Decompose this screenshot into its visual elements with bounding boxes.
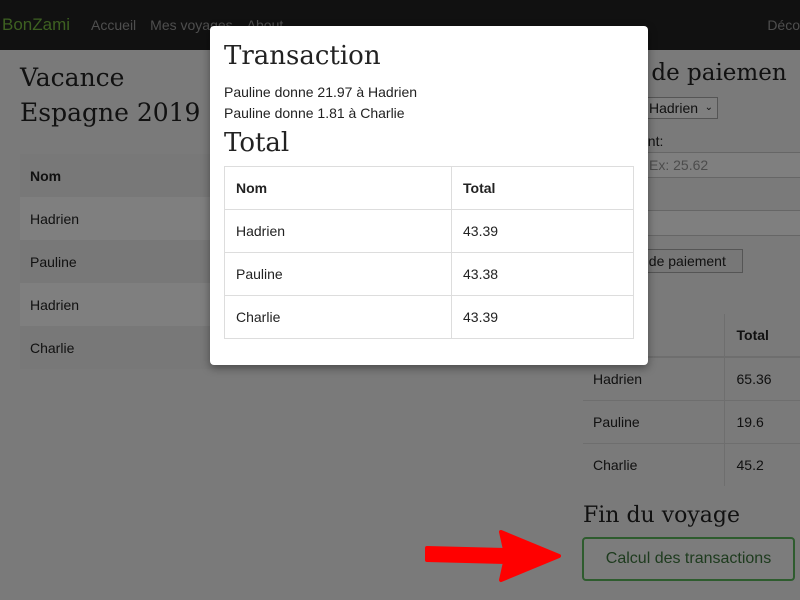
transaction-line: Pauline donne 21.97 à Hadrien bbox=[224, 84, 418, 100]
cell-total: 43.39 bbox=[451, 295, 634, 339]
modal-totals-table: Nom Total Hadrien 43.39 Pauline 43.38 Ch… bbox=[224, 166, 634, 339]
column-header-total: Total bbox=[451, 166, 634, 210]
transaction-modal: Transaction Pauline donne 21.97 à Hadrie… bbox=[210, 26, 648, 365]
red-arrow-icon bbox=[425, 530, 561, 582]
column-header-nom: Nom bbox=[224, 166, 452, 210]
table-row: Pauline 43.38 bbox=[224, 252, 634, 296]
table-header-row: Nom Total bbox=[224, 166, 634, 210]
table-row: Charlie 43.39 bbox=[224, 295, 634, 339]
modal-total-title: Total bbox=[224, 128, 290, 158]
cell-name: Hadrien bbox=[224, 209, 452, 253]
cell-name: Pauline bbox=[224, 252, 452, 296]
table-row: Hadrien 43.39 bbox=[224, 209, 634, 253]
cell-total: 43.39 bbox=[451, 209, 634, 253]
cell-name: Charlie bbox=[224, 295, 452, 339]
cell-total: 43.38 bbox=[451, 252, 634, 296]
modal-title: Transaction bbox=[224, 41, 381, 71]
transaction-line: Pauline donne 1.81 à Charlie bbox=[224, 105, 405, 121]
